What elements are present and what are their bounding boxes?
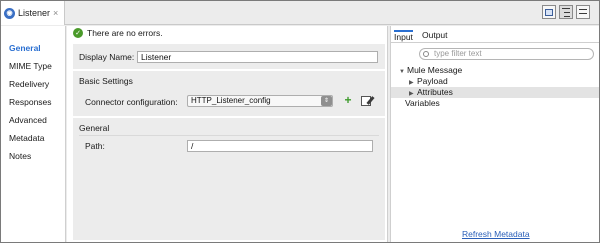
nav-item-responses[interactable]: Responses — [9, 97, 52, 107]
nav-item-mime-type[interactable]: MIME Type — [9, 61, 52, 71]
tree-item-mule-message[interactable]: ▼ Mule Message — [391, 65, 599, 76]
tab-output[interactable]: Output — [422, 30, 448, 40]
nav-item-redelivery[interactable]: Redelivery — [9, 79, 49, 89]
tree-item-label: Attributes — [417, 87, 453, 97]
path-field[interactable]: / — [187, 140, 373, 152]
listener-icon: ◉ — [4, 7, 15, 19]
metadata-panel: Input Output type filter text ▼ Mule Mess… — [391, 26, 599, 242]
section-divider — [79, 135, 379, 136]
search-icon — [423, 51, 429, 57]
nav-item-general[interactable]: General — [9, 43, 41, 53]
nav-item-notes[interactable]: Notes — [9, 151, 31, 161]
chevron-updown-icon: ⇕ — [321, 96, 332, 106]
tab-underline — [391, 42, 599, 43]
status-message: ✓ There are no errors. — [73, 28, 163, 38]
flow-properties-window: ◉ Listener × General MIME Type Redeliver… — [0, 0, 600, 243]
tree-item-label: Payload — [417, 76, 448, 86]
tab-input[interactable]: Input — [394, 30, 413, 42]
tab-label: Listener — [18, 8, 51, 18]
basic-settings-title: Basic Settings — [79, 76, 133, 86]
tree-item-label: Variables — [405, 98, 440, 108]
connector-config-label: Connector configuration: — [85, 97, 178, 107]
window-layout-button[interactable] — [542, 5, 556, 19]
basic-settings-section: Basic Settings Connector configuration: … — [73, 71, 385, 116]
display-name-field[interactable]: Listener — [137, 51, 378, 63]
tree-item-payload[interactable]: ▶ Payload — [391, 76, 599, 87]
filter-input[interactable]: type filter text — [419, 48, 594, 60]
window-icon — [545, 8, 553, 16]
tree-icon — [562, 7, 570, 17]
tab-listener[interactable]: ◉ Listener × — [1, 1, 65, 25]
close-icon[interactable]: × — [53, 8, 58, 18]
display-name-label: Display Name: — [79, 52, 135, 62]
tree-item-variables[interactable]: Variables — [391, 98, 599, 109]
refresh-metadata-link[interactable]: Refresh Metadata — [462, 229, 530, 239]
check-icon: ✓ — [73, 28, 83, 38]
split-icon — [579, 8, 587, 17]
editor-tab-bar: ◉ Listener × — [1, 1, 599, 25]
connector-config-value: HTTP_Listener_config — [191, 96, 271, 105]
tree-view-button[interactable] — [559, 5, 573, 19]
add-config-icon[interactable]: + — [343, 94, 353, 106]
nav-item-advanced[interactable]: Advanced — [9, 115, 47, 125]
nav-item-metadata[interactable]: Metadata — [9, 133, 44, 143]
status-text: There are no errors. — [87, 28, 163, 38]
split-view-button[interactable] — [576, 5, 590, 19]
edit-config-icon[interactable] — [361, 96, 371, 106]
display-name-section: Display Name: Listener — [73, 44, 385, 69]
properties-nav: General MIME Type Redelivery Responses A… — [1, 26, 66, 242]
general-title: General — [79, 123, 110, 133]
tree-item-label: Mule Message — [407, 65, 463, 75]
tree-item-attributes[interactable]: ▶ Attributes — [391, 87, 599, 98]
general-panel: ✓ There are no errors. Display Name: Lis… — [67, 26, 387, 242]
connector-config-select[interactable]: HTTP_Listener_config ⇕ — [187, 95, 333, 107]
general-section: General Path: / — [73, 118, 385, 240]
path-label: Path: — [85, 141, 105, 151]
